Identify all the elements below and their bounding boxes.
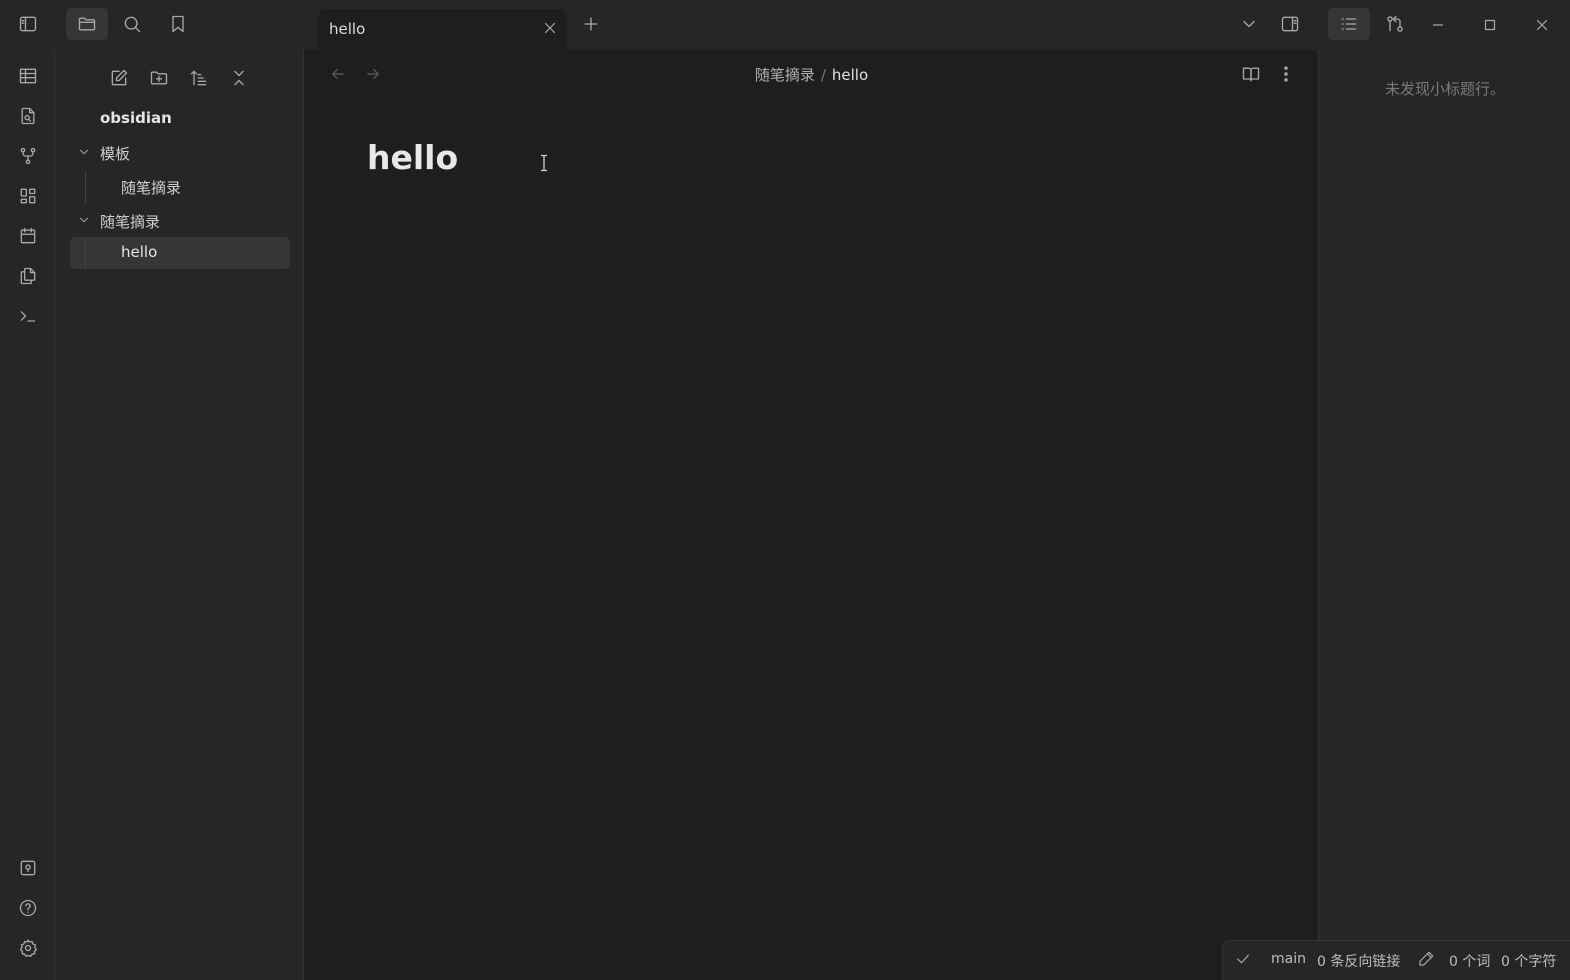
- breadcrumb-file[interactable]: hello: [832, 66, 868, 84]
- folder-label: 模板: [100, 145, 131, 163]
- ribbon-vault-switcher-button[interactable]: [14, 854, 42, 882]
- close-icon: [1533, 16, 1551, 34]
- editor-pane: 随笔摘录 / hello hello: [305, 50, 1318, 980]
- tab-title: hello: [329, 20, 366, 38]
- list-icon: [1339, 14, 1359, 34]
- breadcrumb-separator: /: [820, 66, 826, 84]
- word-count: 0 个词: [1449, 954, 1491, 970]
- chevron-down-icon: [77, 145, 91, 159]
- sort-icon: [189, 68, 209, 88]
- collapse-all-button[interactable]: [224, 64, 254, 92]
- plus-icon: [581, 14, 601, 34]
- folder-icon: [77, 14, 97, 34]
- chevron-down-icon: [77, 213, 91, 227]
- outline-tab-button[interactable]: [1328, 8, 1370, 40]
- title-bar: hello: [0, 0, 1570, 50]
- help-circle-icon: [18, 898, 38, 918]
- folder-label: 随笔摘录: [100, 213, 161, 231]
- file-item-hello[interactable]: hello: [70, 237, 290, 269]
- new-tab-button[interactable]: [573, 8, 609, 40]
- vault-name[interactable]: obsidian: [100, 109, 172, 127]
- ribbon-daily-note-button[interactable]: [14, 222, 42, 250]
- sidebar-right-icon: [1280, 14, 1300, 34]
- git-tab-button[interactable]: [1377, 8, 1413, 40]
- bookmark-icon: [168, 14, 188, 34]
- vault-icon: [18, 858, 38, 878]
- char-count: 0 个字符: [1501, 954, 1557, 970]
- sidebar-left-icon: [18, 14, 38, 34]
- file-search-icon: [18, 106, 38, 126]
- file-item[interactable]: 随笔摘录: [70, 171, 290, 203]
- note-title[interactable]: hello: [367, 138, 458, 177]
- search-icon: [122, 14, 142, 34]
- ribbon-templates-button[interactable]: [14, 262, 42, 290]
- more-vertical-icon: [1276, 64, 1296, 84]
- file-label: 随笔摘录: [121, 179, 182, 197]
- new-folder-button[interactable]: [144, 64, 174, 92]
- ribbon-canvas-button[interactable]: [14, 182, 42, 210]
- maximize-icon: [1481, 16, 1499, 34]
- new-note-button[interactable]: [104, 64, 134, 92]
- outline-empty-message: 未发现小标题行。: [1384, 80, 1505, 98]
- breadcrumb: 随笔摘录 / hello: [305, 64, 1318, 85]
- ribbon-help-button[interactable]: [14, 894, 42, 922]
- ribbon: [0, 50, 55, 980]
- ribbon-graph-button[interactable]: [14, 142, 42, 170]
- ribbon-command-palette-button[interactable]: [14, 302, 42, 330]
- status-bar: main 0 条反向链接 0 个词 0 个字符: [1222, 940, 1570, 980]
- file-explorer-tab-button[interactable]: [66, 8, 108, 40]
- file-explorer: obsidian 模板 随笔摘录 随笔摘录 hello: [55, 50, 304, 980]
- book-open-icon: [1241, 64, 1261, 84]
- outline-panel: 未发现小标题行。: [1318, 50, 1570, 980]
- chevrons-collapse-icon: [229, 68, 249, 88]
- breadcrumb-folder[interactable]: 随笔摘录: [755, 66, 815, 84]
- reading-view-button[interactable]: [1238, 61, 1264, 87]
- git-branch[interactable]: main: [1271, 951, 1306, 967]
- table-icon: [18, 66, 38, 86]
- ribbon-file-search-button[interactable]: [14, 102, 42, 130]
- git-fork-icon: [18, 146, 38, 166]
- ribbon-table-button[interactable]: [14, 62, 42, 90]
- pencil-icon[interactable]: [1417, 950, 1435, 968]
- ribbon-settings-button[interactable]: [14, 934, 42, 962]
- text-cursor-icon: [539, 154, 549, 172]
- toggle-left-sidebar-button[interactable]: [10, 8, 46, 40]
- calendar-icon: [18, 226, 38, 246]
- chevron-down-icon: [1239, 14, 1259, 34]
- minimize-icon: [1429, 16, 1447, 34]
- files-icon: [18, 266, 38, 286]
- tree-indent-guide: [85, 237, 86, 269]
- git-compare-icon: [1385, 14, 1405, 34]
- gear-icon: [18, 938, 38, 958]
- more-options-button[interactable]: [1273, 61, 1299, 87]
- check-icon[interactable]: [1234, 950, 1252, 968]
- toggle-right-sidebar-button[interactable]: [1272, 8, 1308, 40]
- close-icon[interactable]: [541, 19, 559, 37]
- maximize-button[interactable]: [1464, 0, 1516, 50]
- edit-icon: [109, 68, 129, 88]
- folder-plus-icon: [149, 68, 169, 88]
- bookmarks-tab-button[interactable]: [160, 8, 196, 40]
- minimize-button[interactable]: [1412, 0, 1464, 50]
- folder-item-notes[interactable]: 随笔摘录: [70, 205, 290, 237]
- search-tab-button[interactable]: [114, 8, 150, 40]
- close-window-button[interactable]: [1516, 0, 1568, 50]
- tab-hello[interactable]: hello: [318, 9, 567, 50]
- sort-button[interactable]: [184, 64, 214, 92]
- layout-dashboard-icon: [18, 186, 38, 206]
- terminal-icon: [18, 306, 38, 326]
- folder-item-templates[interactable]: 模板: [70, 137, 290, 169]
- backlinks-count[interactable]: 0 条反向链接: [1317, 951, 1400, 971]
- file-label: hello: [121, 243, 158, 261]
- tab-list-button[interactable]: [1231, 8, 1267, 40]
